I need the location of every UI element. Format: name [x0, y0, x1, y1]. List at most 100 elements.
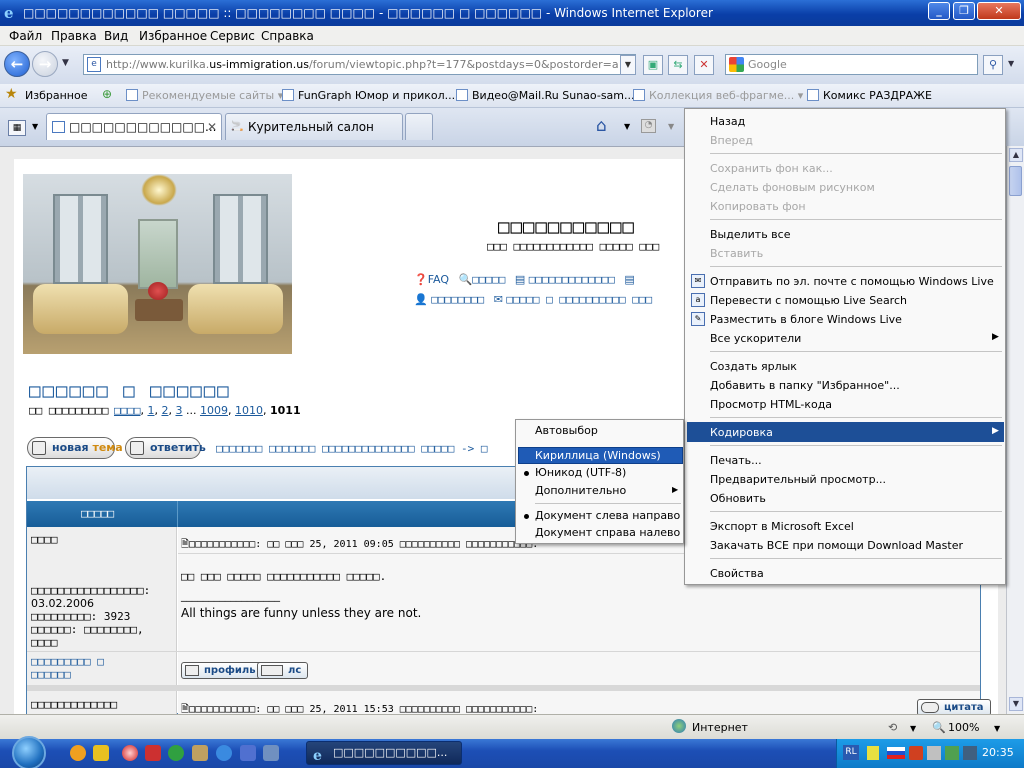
history-dropdown-icon[interactable]: ▼	[62, 58, 69, 68]
zoom-level[interactable]: 100%	[948, 721, 979, 734]
zoom-icon[interactable]: 🔍	[932, 721, 946, 734]
clock[interactable]: 20:35	[982, 746, 1014, 759]
favorite-item-comic[interactable]: Комикс РАЗДРАЖЕ	[807, 89, 932, 102]
search-link[interactable]: 🔍□□□□□	[459, 273, 506, 286]
ctx-view-source[interactable]: Просмотр HTML-кода	[710, 398, 832, 411]
faq-link[interactable]: ❓FAQ	[414, 273, 449, 286]
tray-icon-2[interactable]	[909, 746, 923, 760]
feeds-icon[interactable]: ◔	[641, 119, 656, 133]
address-dropdown-icon[interactable]: ▼	[620, 55, 636, 75]
address-bar[interactable]: e http://www.kurilka.us-immigration.us/f…	[83, 54, 636, 75]
taskbar-ie-window[interactable]: e □□□□□□□□□□...	[306, 741, 462, 765]
compatibility-view-icon[interactable]: ▣	[643, 55, 663, 75]
ctx-blog[interactable]: Разместить в блоге Windows Live	[710, 313, 902, 326]
scroll-thumb[interactable]	[1009, 166, 1022, 196]
page-link-1010[interactable]: 1010	[235, 404, 263, 417]
app-icon-2[interactable]	[145, 745, 161, 761]
quick-tabs-icon[interactable]: ▦	[8, 120, 26, 136]
tab-smoking-room[interactable]: 🚬 Курительный салон	[225, 113, 403, 140]
enc-more[interactable]: Дополнительно	[535, 484, 626, 497]
page-link-1009[interactable]: 1009	[200, 404, 228, 417]
language-indicator[interactable]: RL	[843, 745, 859, 760]
ctx-print[interactable]: Печать...	[710, 454, 762, 467]
ctx-print-preview[interactable]: Предварительный просмотр...	[710, 473, 886, 486]
ctx-download-master[interactable]: Закачать ВСЕ при помощи Download Master	[710, 539, 963, 552]
opera-icon[interactable]	[122, 745, 138, 761]
scroll-down-icon[interactable]: ▼	[1009, 697, 1023, 711]
tab-list-dropdown-icon[interactable]: ▼	[32, 122, 38, 131]
home-dropdown-icon[interactable]: ▼	[624, 122, 630, 131]
forward-button[interactable]: →	[32, 51, 58, 77]
messages-link[interactable]: ✉ □□□□□ □ □□□□□□□□□□ □□□	[494, 293, 652, 306]
ie-quicklaunch-icon[interactable]	[216, 745, 232, 761]
profile-button[interactable]: профиль	[181, 662, 263, 679]
search-options-icon[interactable]: ▼	[1008, 59, 1014, 68]
utorrent-icon[interactable]	[168, 745, 184, 761]
close-button[interactable]: ✕	[977, 2, 1021, 20]
page-link-3[interactable]: 3	[175, 404, 182, 417]
zoom-dropdown-icon[interactable]: ▼	[994, 724, 1000, 733]
page-link-1[interactable]: 1	[147, 404, 154, 417]
protected-mode-icon[interactable]: ⟲	[888, 721, 897, 734]
folder-icon[interactable]	[192, 745, 208, 761]
favorite-item-webslices[interactable]: Коллекция веб-фрагме... ▾	[633, 89, 803, 102]
maximize-button[interactable]: ❐	[953, 2, 975, 20]
favorite-item-fungraph[interactable]: FunGraph Юмор и прикол...	[282, 89, 455, 102]
tab-close-icon[interactable]: ✕	[207, 114, 217, 140]
new-topic-button[interactable]: новая тема	[27, 437, 123, 459]
menu-edit[interactable]: Правка	[51, 29, 97, 43]
ctx-translate[interactable]: Перевести с помощью Live Search	[710, 294, 907, 307]
menu-favorites[interactable]: Избранное	[139, 29, 207, 43]
ctx-add-favorites[interactable]: Добавить в папку "Избранное"...	[710, 379, 900, 392]
tab-active[interactable]: □□□□□□□□□□□□... ✕	[46, 113, 222, 140]
back-button[interactable]: ←	[4, 51, 30, 77]
breadcrumb[interactable]: □□□□□□□ □□□□□□□ □□□□□□□□□□□□□□ □□□□□ -> …	[216, 442, 516, 455]
tray-icon[interactable]	[867, 746, 879, 760]
menu-file[interactable]: Файл	[9, 29, 42, 43]
ctx-export-excel[interactable]: Экспорт в Microsoft Excel	[710, 520, 854, 533]
enc-cyrillic-windows[interactable]: Кириллица (Windows)	[535, 449, 661, 462]
network-icon[interactable]	[927, 746, 941, 760]
volume-icon[interactable]	[945, 746, 959, 760]
menu-help[interactable]: Справка	[261, 29, 314, 43]
groups-link-icon[interactable]: ▤	[624, 273, 634, 286]
search-icon[interactable]: ⚲	[983, 55, 1003, 75]
search-input[interactable]: Google	[748, 58, 787, 71]
save-icon[interactable]	[240, 745, 256, 761]
ctx-encoding[interactable]: Кодировка	[710, 426, 773, 439]
home-icon[interactable]: ⌂	[596, 116, 607, 136]
pm-button[interactable]: лс	[257, 662, 309, 679]
menu-tools[interactable]: Сервис	[210, 29, 255, 43]
tray-icon-3[interactable]	[963, 746, 977, 760]
ctx-back[interactable]: Назад	[710, 115, 745, 128]
profile-link[interactable]: 👤 □□□□□□□□	[414, 293, 484, 306]
ctx-email-live[interactable]: Отправить по эл. почте с помощью Windows…	[710, 275, 994, 288]
page-link-2[interactable]: 2	[161, 404, 168, 417]
feeds-dropdown-icon[interactable]: ▼	[668, 122, 674, 131]
search-box[interactable]: Google	[725, 54, 978, 75]
ctx-select-all[interactable]: Выделить все	[710, 228, 790, 241]
new-tab-button[interactable]	[405, 113, 433, 140]
enc-left-to-right[interactable]: Документ слева направо	[535, 509, 680, 522]
protected-dropdown-icon[interactable]: ▼	[910, 724, 916, 733]
back-to-top-link-2[interactable]: □□□□□□	[31, 668, 71, 681]
enc-auto-select[interactable]: Автовыбор	[535, 424, 598, 437]
ctx-refresh[interactable]: Обновить	[710, 492, 766, 505]
page-link-prev[interactable]: □□□□	[114, 404, 141, 417]
add-favorite-icon[interactable]: ⊕	[102, 87, 112, 101]
vertical-scrollbar[interactable]: ▲ ▼	[1006, 146, 1024, 714]
minimize-button[interactable]: _	[928, 2, 950, 20]
favorite-item-recommended[interactable]: Рекомендуемые сайты ▾	[126, 89, 283, 102]
reply-button[interactable]: ответить	[125, 437, 206, 459]
favorite-item-video-mail[interactable]: Видео@Mail.Ru Sunao-sam...	[456, 89, 635, 102]
start-button[interactable]	[12, 736, 46, 768]
ctx-properties[interactable]: Свойства	[710, 567, 764, 580]
app-icon[interactable]	[93, 745, 109, 761]
ctx-create-shortcut[interactable]: Создать ярлык	[710, 360, 797, 373]
favorites-button[interactable]: Избранное	[25, 89, 87, 102]
enc-right-to-left[interactable]: Документ справа налево	[535, 526, 680, 539]
back-to-top-link[interactable]: □□□□□□□□□ □	[31, 655, 104, 668]
enc-unicode-utf8[interactable]: Юникод (UTF-8)	[535, 466, 626, 479]
desktop-icon[interactable]	[263, 745, 279, 761]
ctx-accelerators[interactable]: Все ускорители	[710, 332, 801, 345]
